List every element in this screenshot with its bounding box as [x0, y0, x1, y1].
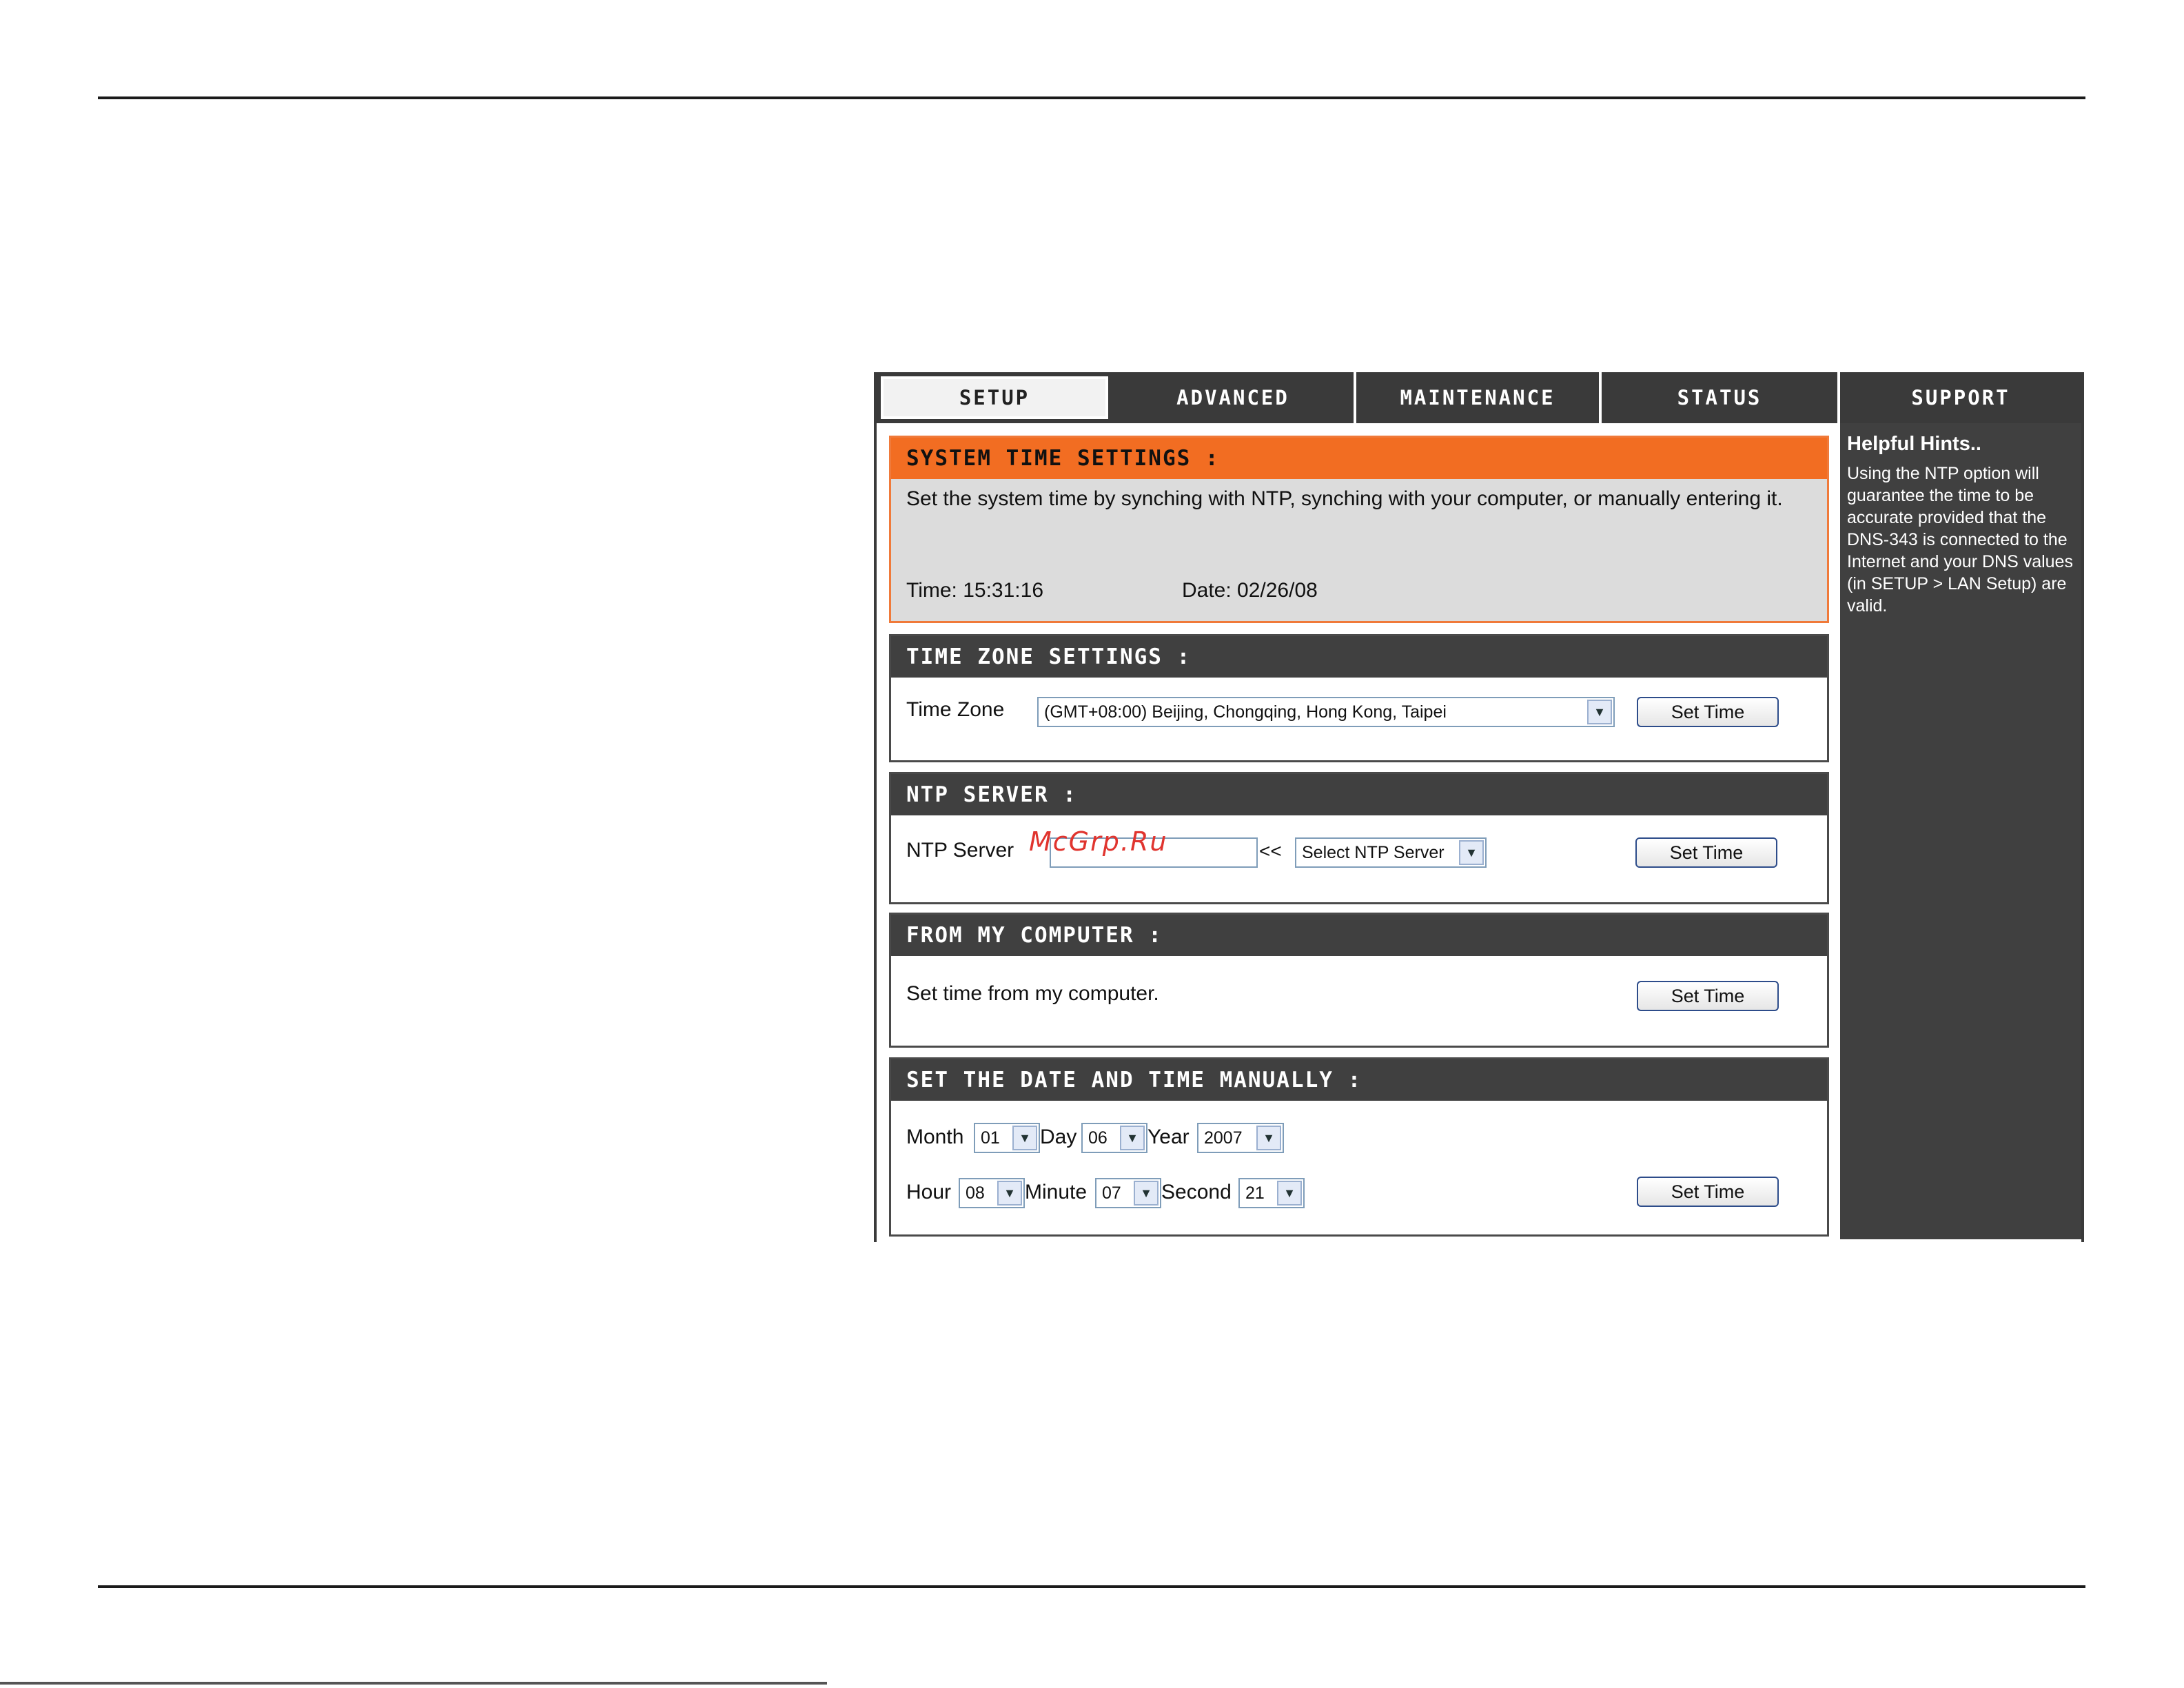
tab-setup[interactable]: SETUP: [877, 372, 1112, 423]
top-rule: [98, 96, 2085, 99]
watermark-text: McGrp.Ru: [1029, 826, 1168, 857]
minute-select[interactable]: 07 ▼: [1095, 1178, 1161, 1208]
ntp-server-select[interactable]: Select NTP Server ▼: [1295, 837, 1487, 868]
day-value: 06: [1088, 1128, 1108, 1148]
month-select[interactable]: 01 ▼: [974, 1123, 1040, 1153]
bottom-rule: [98, 1585, 2085, 1588]
day-label: Day: [1040, 1126, 1077, 1148]
chevron-down-icon[interactable]: ▼: [1277, 1181, 1302, 1206]
hour-select[interactable]: 08 ▼: [959, 1178, 1025, 1208]
bottom-strip: [0, 1682, 827, 1685]
from-computer-panel: FROM MY COMPUTER : Set time from my comp…: [889, 913, 1829, 1048]
ntp-server-label: NTP Server: [906, 839, 1014, 862]
hints-title: Helpful Hints..: [1847, 433, 1981, 455]
manual-set-time-button[interactable]: Set Time: [1637, 1177, 1779, 1207]
minute-label: Minute: [1025, 1181, 1088, 1203]
chevron-down-icon[interactable]: ▼: [1012, 1126, 1037, 1150]
year-select[interactable]: 2007 ▼: [1197, 1123, 1284, 1153]
year-value: 2007: [1204, 1128, 1243, 1148]
system-time-description: Set the system time by synching with NTP…: [906, 487, 1783, 510]
minute-value: 07: [1102, 1183, 1121, 1203]
manual-time-panel: SET THE DATE AND TIME MANUALLY : Month 0…: [889, 1057, 1829, 1237]
from-computer-text: Set time from my computer.: [906, 982, 1159, 1005]
ntp-server-panel: NTP SERVER : NTP Server McGrp.Ru << Sele…: [889, 772, 1829, 904]
tab-maintenance[interactable]: MAINTENANCE: [1356, 372, 1602, 423]
time-zone-selected: (GMT+08:00) Beijing, Chongqing, Hong Kon…: [1044, 702, 1447, 722]
system-time-header: SYSTEM TIME SETTINGS :: [891, 438, 1827, 479]
from-computer-header: FROM MY COMPUTER :: [891, 915, 1827, 956]
chevron-down-icon[interactable]: ▼: [1256, 1126, 1281, 1150]
chevron-down-icon[interactable]: ▼: [997, 1181, 1022, 1206]
system-time-panel: SYSTEM TIME SETTINGS : Set the system ti…: [889, 436, 1829, 623]
ntp-arrows: <<: [1259, 840, 1282, 862]
year-label: Year: [1147, 1126, 1190, 1148]
second-label: Second: [1161, 1181, 1232, 1203]
day-select[interactable]: 06 ▼: [1081, 1123, 1147, 1153]
ntp-set-time-button[interactable]: Set Time: [1635, 837, 1777, 868]
router-config-window: SETUP ADVANCED MAINTENANCE STATUS SUPPOR…: [874, 372, 2084, 1242]
time-zone-select[interactable]: (GMT+08:00) Beijing, Chongqing, Hong Kon…: [1037, 697, 1615, 727]
month-label: Month: [906, 1126, 964, 1148]
main-tabs: SETUP ADVANCED MAINTENANCE STATUS SUPPOR…: [877, 372, 2081, 423]
chevron-down-icon[interactable]: ▼: [1120, 1126, 1145, 1150]
tab-advanced[interactable]: ADVANCED: [1112, 372, 1356, 423]
hour-value: 08: [966, 1183, 985, 1203]
second-select[interactable]: 21 ▼: [1238, 1178, 1305, 1208]
current-date: Date: 02/26/08: [1182, 579, 1318, 602]
ntp-server-selected: Select NTP Server: [1302, 842, 1445, 862]
tab-support[interactable]: SUPPORT: [1840, 372, 2081, 423]
hints-text: Using the NTP option will guarantee the …: [1847, 464, 2073, 616]
computer-set-time-button[interactable]: Set Time: [1637, 981, 1779, 1011]
hour-label: Hour: [906, 1181, 952, 1203]
current-time: Time: 15:31:16: [906, 579, 1043, 602]
tab-status[interactable]: STATUS: [1602, 372, 1840, 423]
chevron-down-icon[interactable]: ▼: [1587, 700, 1612, 724]
helpful-hints-sidebar: Helpful Hints.. Using the NTP option wil…: [1840, 423, 2081, 1239]
second-value: 21: [1245, 1183, 1265, 1203]
time-zone-set-time-button[interactable]: Set Time: [1637, 697, 1779, 727]
chevron-down-icon[interactable]: ▼: [1459, 840, 1484, 865]
time-zone-header: TIME ZONE SETTINGS :: [891, 636, 1827, 678]
chevron-down-icon[interactable]: ▼: [1134, 1181, 1159, 1206]
ntp-server-header: NTP SERVER :: [891, 774, 1827, 815]
manual-time-header: SET THE DATE AND TIME MANUALLY :: [891, 1059, 1827, 1101]
time-zone-label: Time Zone: [906, 698, 1005, 721]
time-zone-panel: TIME ZONE SETTINGS : Time Zone (GMT+08:0…: [889, 634, 1829, 762]
month-value: 01: [981, 1128, 1000, 1148]
